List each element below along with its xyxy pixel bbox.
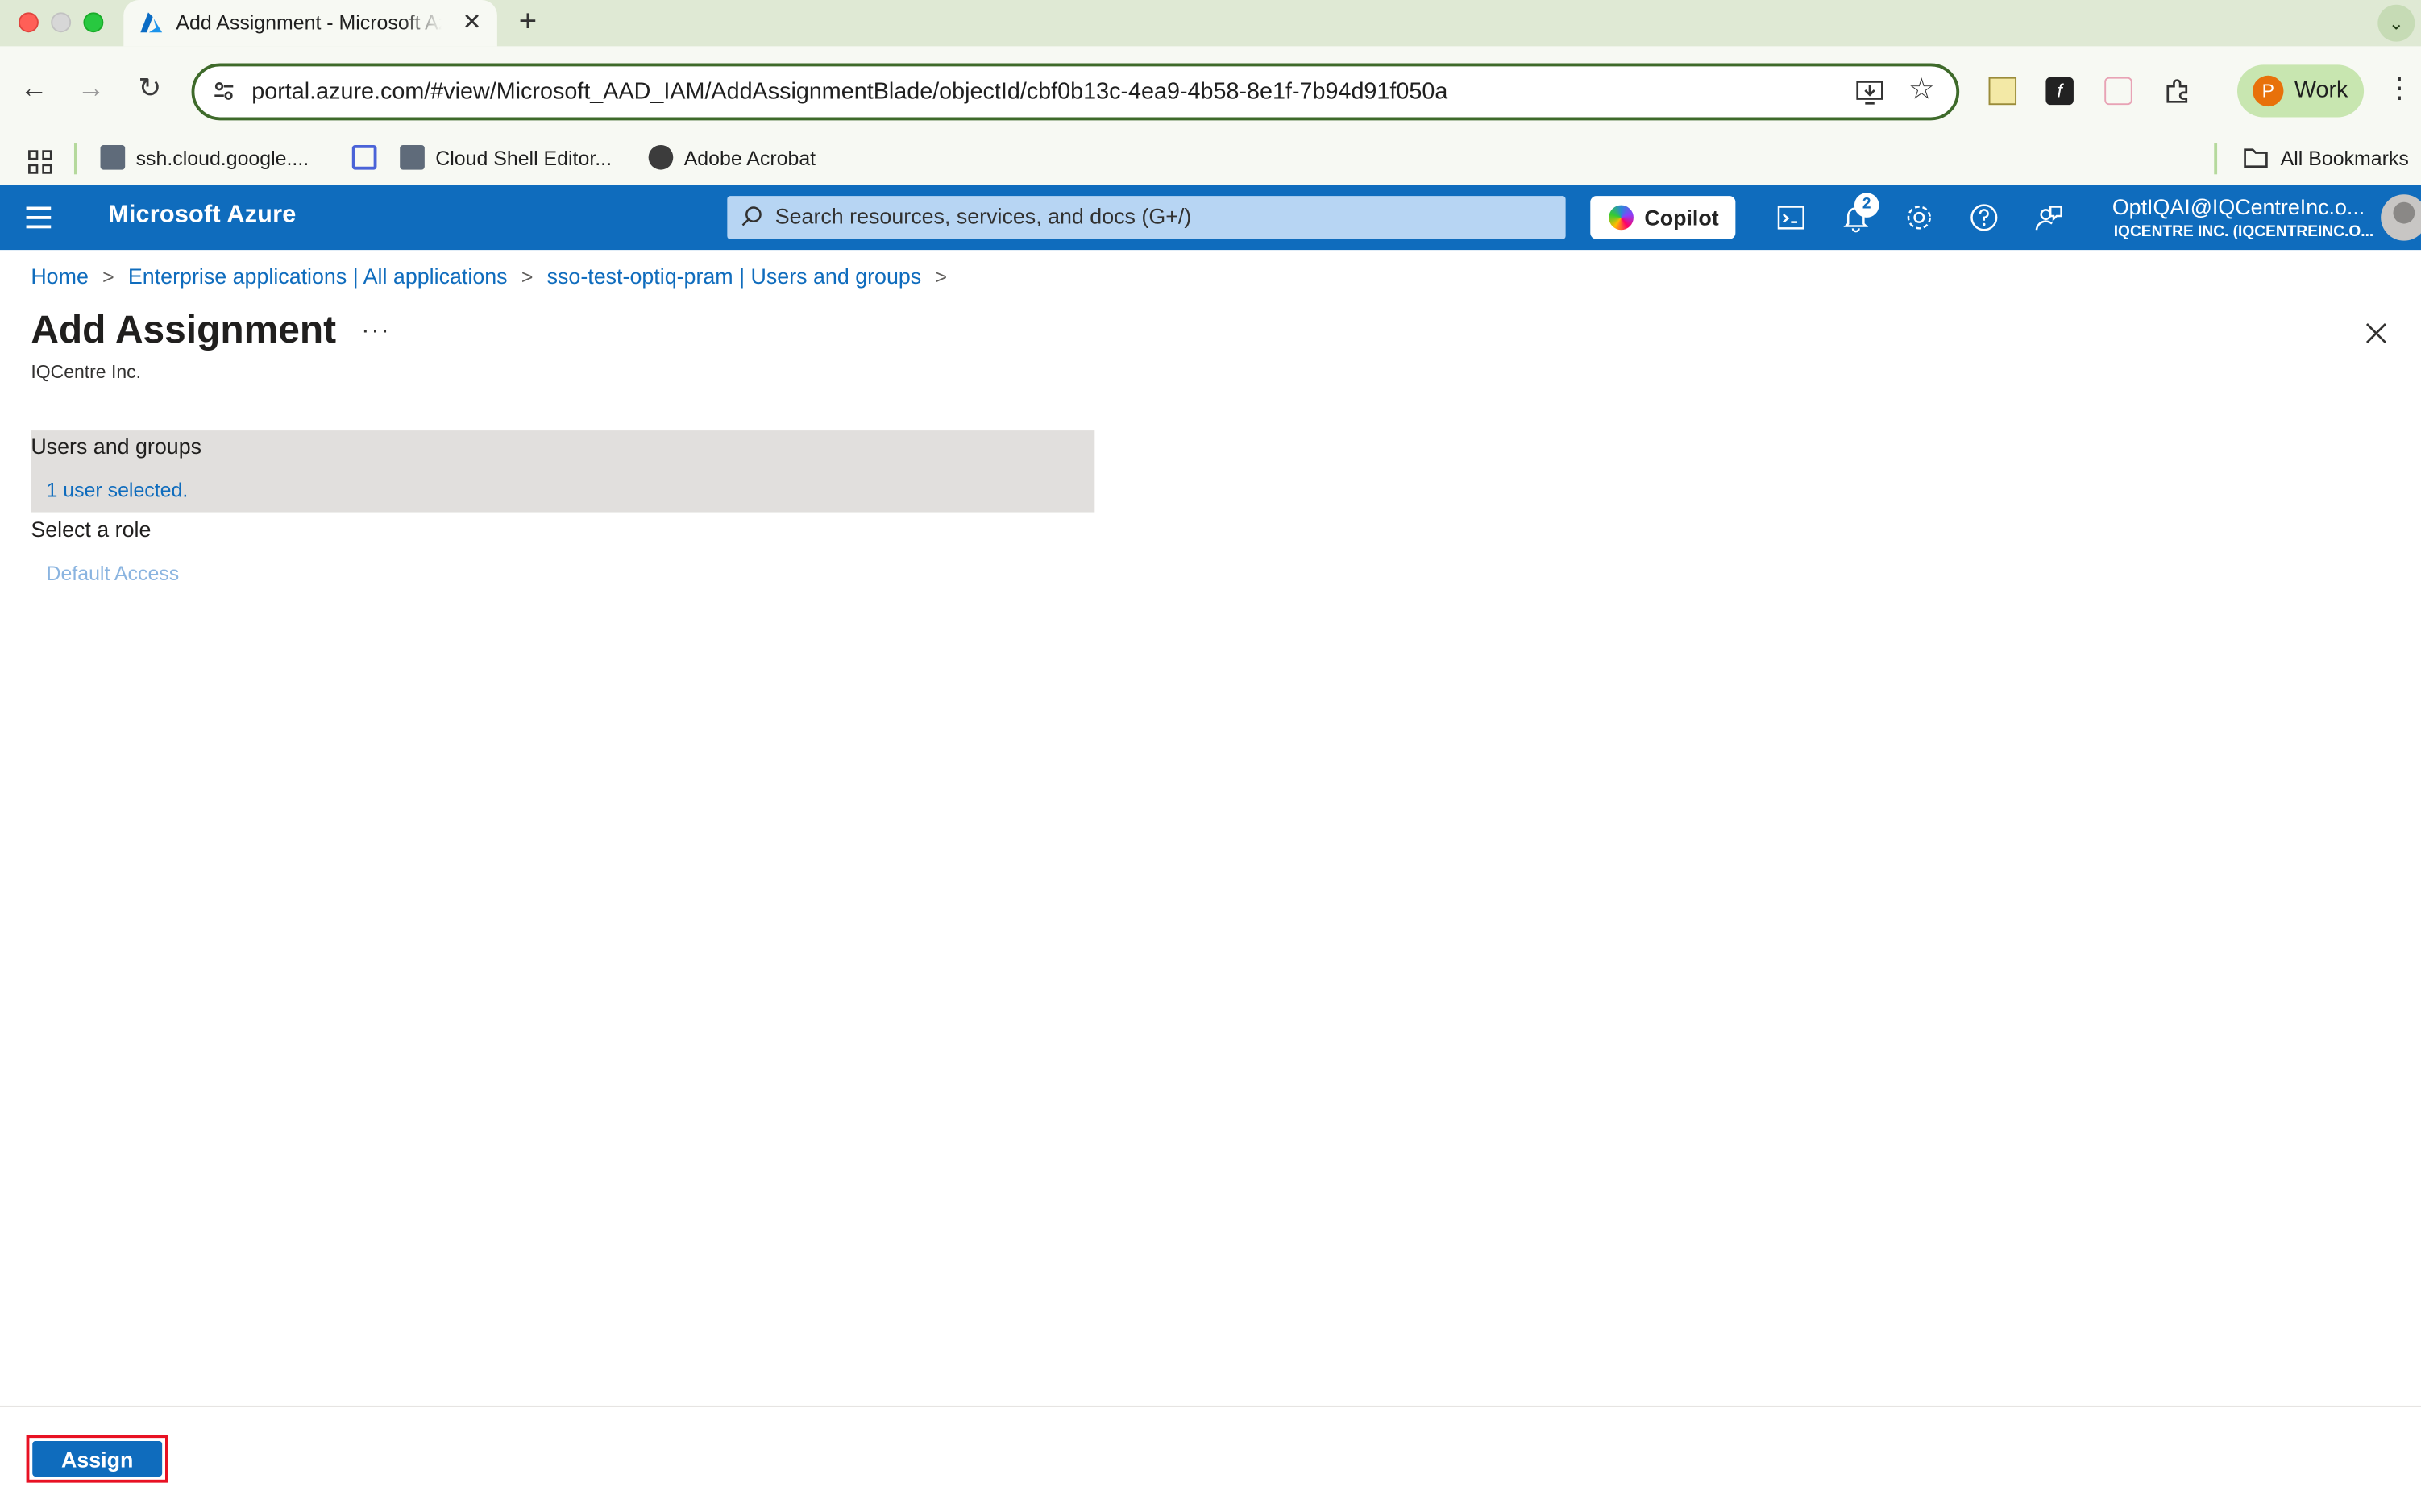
bookmarks-divider [2214,143,2218,175]
assign-button[interactable]: Assign [32,1440,163,1477]
account-name[interactable]: OptIQAI@IQCentreInc.o... [2112,194,2365,219]
bookmark-icon-only[interactable] [351,144,388,176]
close-icon[interactable] [2362,319,2390,347]
all-bookmarks-button[interactable]: All Bookmarks [2242,145,2409,176]
close-icon[interactable]: ✕ [463,8,482,35]
cloud-shell-icon[interactable] [1775,202,1806,233]
bookmarks-bar: ssh.cloud.google.... Cloud Shell Editor.… [0,135,2421,185]
extension-notes-icon[interactable] [1988,77,2017,106]
copilot-button[interactable]: Copilot [1590,196,1736,239]
select-role-heading: Select a role [31,517,152,542]
page-subtitle: IQCentre Inc. [31,360,142,383]
settings-gear-icon[interactable] [1904,202,1934,233]
hamburger-menu-icon[interactable] [26,206,52,235]
bookmarks-divider [73,143,77,175]
search-icon [741,206,762,226]
window-close-button[interactable] [18,12,39,33]
extension-formula-icon[interactable]: f [2045,77,2074,106]
role-default-access-link[interactable]: Default Access [46,562,179,585]
folder-icon [2244,148,2268,168]
breadcrumb-enterprise-applications[interactable]: Enterprise applications | All applicatio… [128,264,508,289]
breadcrumb: Home > Enterprise applications | All appli… [31,264,961,289]
link-app-icon [351,144,377,170]
search-placeholder: Search resources, services, and docs (G+… [774,203,1192,229]
help-icon[interactable] [1969,202,2000,233]
apps-grid-icon[interactable] [27,147,52,177]
install-app-icon[interactable] [1856,81,1883,106]
browser-window: Add Assignment - Microsoft Azure ✕ + ⌄ ←… [0,0,2421,1512]
feedback-icon[interactable] [2033,202,2064,233]
bookmark-cloud-shell[interactable]: Cloud Shell Editor... [400,144,613,176]
page-title: Add Assignment [31,308,337,352]
site-settings-icon[interactable] [213,81,235,102]
profile-button[interactable]: P Work [2236,64,2365,118]
chevron-right-icon: > [102,265,114,289]
notification-count-badge: 2 [1854,193,1879,218]
forward-arrow-icon[interactable]: → [73,73,110,105]
users-and-groups-section[interactable]: Users and groups 1 user selected. [31,430,1095,513]
bookmark-label: ssh.cloud.google.... [135,146,309,170]
footer-divider [0,1405,2421,1407]
chevron-down-icon[interactable]: ⌄ [2377,4,2415,42]
profile-avatar: P [2253,75,2284,107]
window-maximize-button[interactable] [83,12,104,33]
globe-icon [648,144,674,170]
azure-logo-icon [140,12,163,33]
copilot-icon [1609,205,1634,231]
bookmark-ssh[interactable]: ssh.cloud.google.... [100,144,309,176]
global-search-input[interactable]: Search resources, services, and docs (G+… [727,196,1566,239]
profile-label: Work [2294,77,2348,104]
browser-menu-icon[interactable]: ⋮ [2386,73,2413,105]
breadcrumb-app-users-groups[interactable]: sso-test-optiq-pram | Users and groups [547,264,922,289]
copilot-label: Copilot [1644,205,1719,231]
new-tab-button[interactable]: + [519,5,537,40]
account-tenant[interactable]: IQCENTRE INC. (IQCENTREINC.O... [2114,224,2374,241]
all-bookmarks-label: All Bookmarks [2280,146,2409,170]
bookmark-label: Adobe Acrobat [683,146,816,170]
address-bar[interactable]: portal.azure.com/#view/Microsoft_AAD_IAM… [191,63,1960,121]
tab-title: Add Assignment - Microsoft Azure [176,10,442,35]
back-arrow-icon[interactable]: ← [15,73,52,105]
browser-toolbar: ← → ↻ portal.azure.com/#view/Microsoft_A… [0,46,2421,136]
azure-top-bar: Microsoft Azure Search resources, servic… [0,185,2421,251]
window-minimize-button[interactable] [51,12,72,33]
chevron-right-icon: > [521,265,534,289]
extension-disabled-icon[interactable] [2104,77,2132,106]
chevron-right-icon: > [935,265,948,289]
url-text[interactable]: portal.azure.com/#view/Microsoft_AAD_IAM… [251,79,1447,106]
terminal-icon [400,144,425,170]
bookmark-adobe-acrobat[interactable]: Adobe Acrobat [648,144,816,176]
bookmark-star-icon[interactable]: ☆ [1908,73,1935,108]
more-options-icon[interactable]: ··· [361,318,390,345]
users-selected-link[interactable]: 1 user selected. [46,478,188,501]
breadcrumb-home[interactable]: Home [31,264,89,289]
extensions-puzzle-icon[interactable] [2163,77,2191,105]
azure-brand[interactable]: Microsoft Azure [108,202,296,230]
browser-tab-active[interactable]: Add Assignment - Microsoft Azure ✕ [123,0,497,47]
account-avatar[interactable] [2381,194,2421,241]
reload-icon[interactable]: ↻ [131,73,168,105]
terminal-icon [100,144,126,170]
tab-strip: Add Assignment - Microsoft Azure ✕ + ⌄ [0,0,2421,47]
users-and-groups-heading: Users and groups [31,433,202,459]
bookmark-label: Cloud Shell Editor... [435,146,613,170]
